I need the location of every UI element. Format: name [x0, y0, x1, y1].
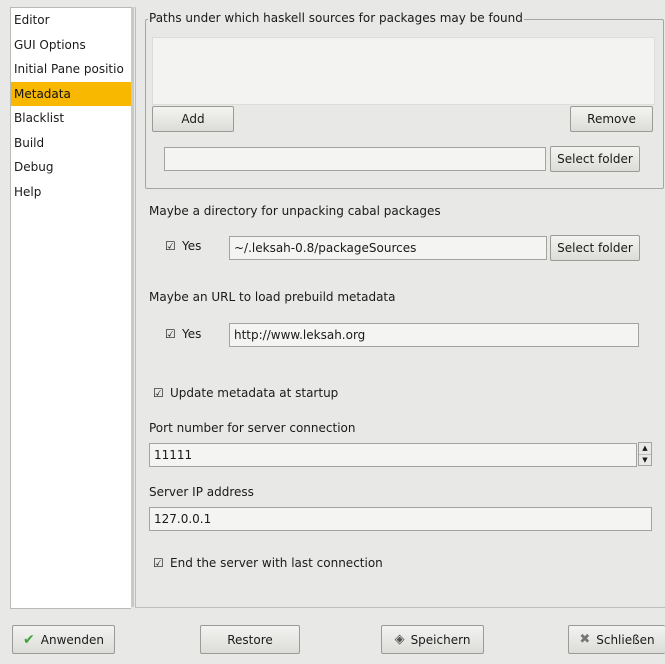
sidebar-item-debug[interactable]: Debug — [11, 155, 131, 180]
save-button[interactable]: ◈ Speichern — [381, 625, 484, 654]
sidebar-item-initial-pane-positions[interactable]: Initial Pane positio — [11, 57, 131, 82]
select-folder-label: Select folder — [557, 241, 633, 255]
port-heading: Port number for server connection — [149, 421, 356, 435]
metadata-url-yes-label: Yes — [182, 327, 202, 341]
close-button-label: Schließen — [596, 632, 655, 647]
add-path-button-label: Add — [181, 112, 205, 126]
sidebar-item-gui-options[interactable]: GUI Options — [11, 33, 131, 58]
checkbox-check-icon: ☑ — [165, 327, 176, 341]
pane-separator[interactable] — [131, 7, 134, 607]
sidebar-item-build[interactable]: Build — [11, 131, 131, 156]
select-folder-label: Select folder — [557, 152, 633, 166]
metadata-url-yes-checkbox[interactable]: ☑ Yes — [165, 327, 201, 341]
update-metadata-startup-label: Update metadata at startup — [170, 386, 339, 400]
port-number-input[interactable]: 11111 — [149, 443, 637, 467]
select-folder-button-paths[interactable]: Select folder — [550, 146, 640, 172]
spin-up-icon[interactable]: ▲ — [639, 443, 651, 455]
sidebar-item-help[interactable]: Help — [11, 180, 131, 205]
sidebar-item-blacklist[interactable]: Blacklist — [11, 106, 131, 131]
source-path-input[interactable] — [164, 147, 546, 171]
end-server-checkbox[interactable]: ☑ End the server with last connection — [153, 556, 383, 570]
spin-down-icon[interactable]: ▼ — [639, 455, 651, 466]
select-folder-button-unpack[interactable]: Select folder — [550, 235, 640, 261]
port-spinner[interactable]: ▲ ▼ — [638, 442, 652, 466]
save-icon: ◈ — [394, 632, 405, 647]
apply-button-label: Anwenden — [40, 632, 104, 647]
restore-button[interactable]: Restore — [200, 625, 300, 654]
checkbox-check-icon: ☑ — [153, 556, 164, 570]
checkbox-check-icon: ☑ — [165, 239, 176, 253]
paths-frame-title: Paths under which haskell sources for pa… — [148, 11, 524, 25]
checkbox-check-icon: ☑ — [153, 386, 164, 400]
source-paths-list[interactable] — [152, 37, 655, 105]
metadata-url-input[interactable]: http://www.leksah.org — [229, 323, 639, 347]
unpack-yes-label: Yes — [182, 239, 202, 253]
apply-button[interactable]: ✔ Anwenden — [12, 625, 115, 654]
preferences-category-list: Editor GUI Options Initial Pane positio … — [10, 7, 131, 609]
remove-path-button[interactable]: Remove — [570, 106, 653, 132]
sidebar-item-metadata[interactable]: Metadata — [11, 81, 131, 106]
remove-path-button-label: Remove — [587, 112, 636, 126]
restore-button-label: Restore — [227, 632, 273, 647]
save-button-label: Speichern — [410, 632, 471, 647]
server-ip-heading: Server IP address — [149, 485, 254, 499]
close-icon: ✖ — [579, 632, 591, 647]
unpack-yes-checkbox[interactable]: ☑ Yes — [165, 239, 201, 253]
sidebar-item-editor[interactable]: Editor — [11, 8, 131, 33]
add-path-button[interactable]: Add — [152, 106, 234, 132]
metadata-url-heading: Maybe an URL to load prebuild metadata — [149, 290, 396, 304]
update-metadata-startup-checkbox[interactable]: ☑ Update metadata at startup — [153, 386, 338, 400]
checkmark-icon: ✔ — [23, 631, 35, 648]
end-server-label: End the server with last connection — [170, 556, 383, 570]
server-ip-input[interactable]: 127.0.0.1 — [149, 507, 652, 531]
close-button[interactable]: ✖ Schließen — [568, 625, 665, 654]
unpack-directory-input[interactable]: ~/.leksah-0.8/packageSources — [229, 236, 547, 260]
unpack-directory-heading: Maybe a directory for unpacking cabal pa… — [149, 204, 441, 218]
